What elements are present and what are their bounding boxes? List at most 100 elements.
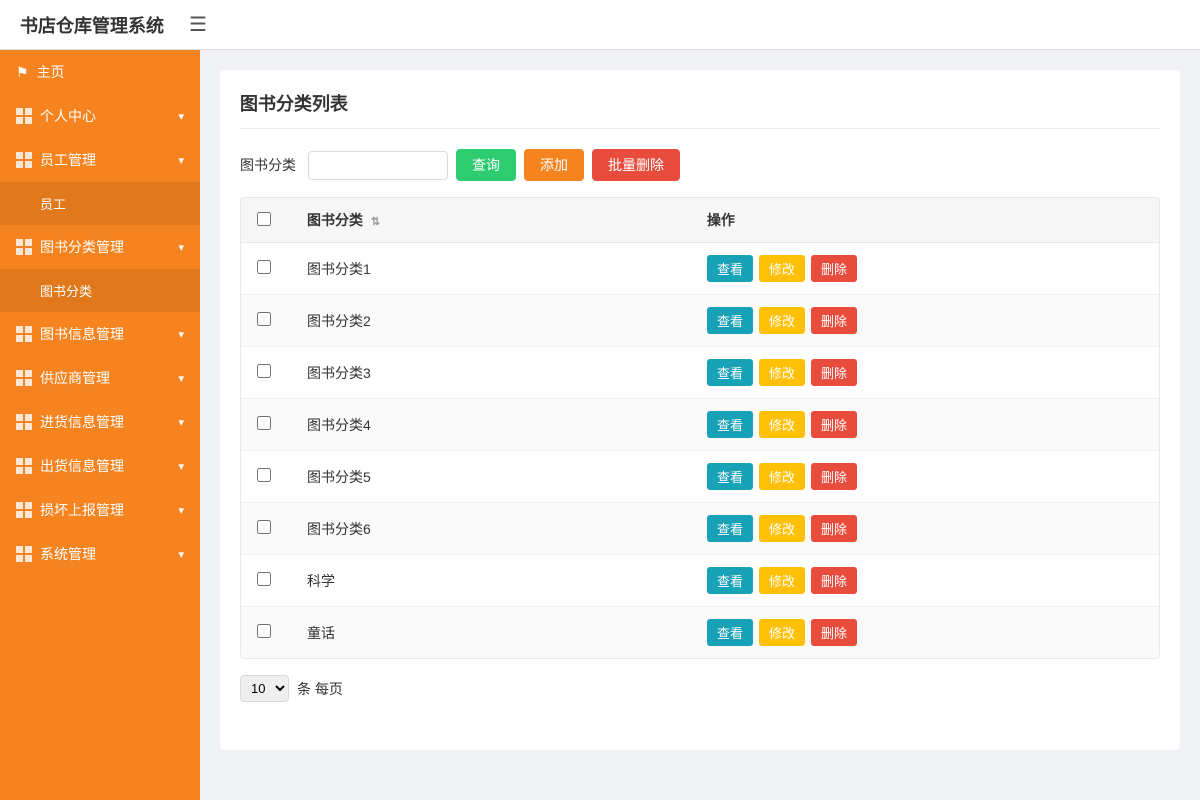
view-button[interactable]: 查看	[707, 411, 753, 438]
delete-button[interactable]: 删除	[811, 515, 857, 542]
select-all-checkbox[interactable]	[257, 212, 271, 226]
per-page-select[interactable]: 102050	[240, 675, 289, 702]
row-checkbox[interactable]	[257, 364, 271, 378]
sidebar-item-label: 损坏上报管理	[40, 500, 124, 520]
page-title: 图书分类列表	[240, 90, 1160, 129]
app-title: 书店仓库管理系统	[20, 12, 164, 38]
delete-button[interactable]: 删除	[811, 619, 857, 646]
sidebar-item-system-mgmt[interactable]: 系统管理 ▾	[0, 532, 200, 576]
grid-icon	[16, 546, 32, 562]
row-action-cell: 查看修改删除	[691, 503, 1159, 555]
delete-button[interactable]: 删除	[811, 567, 857, 594]
flag-icon: ⚑	[16, 64, 29, 81]
sidebar-item-book-category-mgmt[interactable]: 图书分类管理 ▾	[0, 225, 200, 269]
delete-button[interactable]: 删除	[811, 359, 857, 386]
delete-button[interactable]: 删除	[811, 255, 857, 282]
category-search-input[interactable]	[308, 151, 448, 180]
sidebar-item-book-category[interactable]: 图书分类	[0, 269, 200, 312]
row-checkbox[interactable]	[257, 416, 271, 430]
row-checkbox[interactable]	[257, 520, 271, 534]
row-checkbox[interactable]	[257, 260, 271, 274]
row-checkbox-cell	[241, 607, 291, 659]
view-button[interactable]: 查看	[707, 307, 753, 334]
sidebar-item-supplier-mgmt[interactable]: 供应商管理 ▾	[0, 356, 200, 400]
row-checkbox[interactable]	[257, 312, 271, 326]
sidebar-item-label: 主页	[37, 62, 65, 82]
row-category: 图书分类3	[291, 347, 691, 399]
grid-icon	[16, 326, 32, 342]
grid-icon	[16, 414, 32, 430]
filter-label: 图书分类	[240, 155, 296, 175]
row-action-cell: 查看修改删除	[691, 607, 1159, 659]
grid-icon	[16, 108, 32, 124]
header-category-label: 图书分类	[307, 212, 363, 228]
query-button[interactable]: 查询	[456, 149, 516, 181]
view-button[interactable]: 查看	[707, 359, 753, 386]
sidebar-item-personal[interactable]: 个人中心 ▾	[0, 94, 200, 138]
content-area: 图书分类列表 图书分类 查询 添加 批量删除	[200, 50, 1200, 800]
sidebar-item-employee-mgmt[interactable]: 员工管理 ▾	[0, 138, 200, 182]
view-button[interactable]: 查看	[707, 567, 753, 594]
grid-icon	[16, 370, 32, 386]
edit-button[interactable]: 修改	[759, 567, 805, 594]
view-button[interactable]: 查看	[707, 255, 753, 282]
row-checkbox-cell	[241, 503, 291, 555]
edit-button[interactable]: 修改	[759, 619, 805, 646]
row-category: 图书分类6	[291, 503, 691, 555]
view-button[interactable]: 查看	[707, 619, 753, 646]
batch-delete-button[interactable]: 批量删除	[592, 149, 680, 181]
table-row: 图书分类3 查看修改删除	[241, 347, 1159, 399]
edit-button[interactable]: 修改	[759, 307, 805, 334]
sidebar-item-label: 系统管理	[40, 544, 96, 564]
action-buttons: 查看修改删除	[707, 619, 1143, 646]
sidebar-item-label: 图书信息管理	[40, 324, 124, 344]
delete-button[interactable]: 删除	[811, 307, 857, 334]
row-checkbox-cell	[241, 347, 291, 399]
row-category: 童话	[291, 607, 691, 659]
sidebar-item-outbound-mgmt[interactable]: 出货信息管理 ▾	[0, 444, 200, 488]
row-category: 图书分类1	[291, 243, 691, 295]
sidebar-item-book-info-mgmt[interactable]: 图书信息管理 ▾	[0, 312, 200, 356]
row-action-cell: 查看修改删除	[691, 555, 1159, 607]
edit-button[interactable]: 修改	[759, 515, 805, 542]
edit-button[interactable]: 修改	[759, 255, 805, 282]
main-layout: ⚑ 主页 个人中心 ▾ 员工管理 ▾ 员工 图书分类管理 ▾ 图书分类 图书信息…	[0, 50, 1200, 800]
sidebar-item-label: 员工	[40, 194, 66, 213]
sidebar-item-label: 员工管理	[40, 150, 96, 170]
edit-button[interactable]: 修改	[759, 359, 805, 386]
table-row: 科学查看修改删除	[241, 555, 1159, 607]
sidebar-item-label: 出货信息管理	[40, 456, 124, 476]
chevron-down-icon: ▾	[178, 241, 184, 254]
grid-icon	[16, 152, 32, 168]
table-row: 童话查看修改删除	[241, 607, 1159, 659]
menu-toggle-button[interactable]: ☰	[184, 7, 212, 42]
grid-icon	[16, 502, 32, 518]
edit-button[interactable]: 修改	[759, 463, 805, 490]
sidebar-item-employee[interactable]: 员工	[0, 182, 200, 225]
sidebar-item-home[interactable]: ⚑ 主页	[0, 50, 200, 94]
action-buttons: 查看修改删除	[707, 515, 1143, 542]
sidebar-item-label: 进货信息管理	[40, 412, 124, 432]
add-button[interactable]: 添加	[524, 149, 584, 181]
row-checkbox[interactable]	[257, 624, 271, 638]
sidebar-item-damage-report[interactable]: 损坏上报管理 ▾	[0, 488, 200, 532]
sidebar-item-inbound-mgmt[interactable]: 进货信息管理 ▾	[0, 400, 200, 444]
row-category: 图书分类4	[291, 399, 691, 451]
row-checkbox-cell	[241, 243, 291, 295]
action-buttons: 查看修改删除	[707, 255, 1143, 282]
row-category: 科学	[291, 555, 691, 607]
row-checkbox[interactable]	[257, 572, 271, 586]
row-checkbox-cell	[241, 295, 291, 347]
delete-button[interactable]: 删除	[811, 411, 857, 438]
row-category: 图书分类5	[291, 451, 691, 503]
row-checkbox[interactable]	[257, 468, 271, 482]
view-button[interactable]: 查看	[707, 463, 753, 490]
sort-icon[interactable]: ⇅	[371, 216, 380, 228]
row-checkbox-cell	[241, 399, 291, 451]
view-button[interactable]: 查看	[707, 515, 753, 542]
edit-button[interactable]: 修改	[759, 411, 805, 438]
table-row: 图书分类6 查看修改删除	[241, 503, 1159, 555]
action-buttons: 查看修改删除	[707, 411, 1143, 438]
chevron-down-icon: ▾	[178, 548, 184, 561]
delete-button[interactable]: 删除	[811, 463, 857, 490]
